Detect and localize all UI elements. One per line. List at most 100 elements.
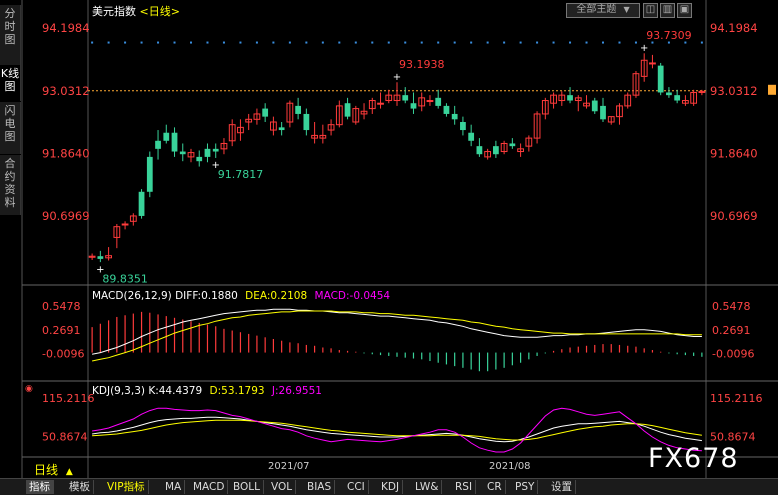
candle-body-10 (171, 132, 178, 152)
candle-body-51 (509, 143, 516, 147)
signal-dot-26 (305, 41, 308, 44)
bottom-tab-1[interactable]: 模板 (66, 480, 94, 494)
candle-body-13 (196, 156, 203, 162)
candle-body-26 (303, 113, 310, 131)
candle-body-47 (476, 146, 483, 155)
collapse-icon[interactable]: ◉ (25, 384, 33, 394)
signal-dot-6 (140, 41, 143, 44)
candle-body-62 (600, 105, 606, 120)
candle-body-39 (410, 103, 417, 109)
current-price-marker (768, 84, 776, 95)
bottom-tab-9[interactable]: KDJ (378, 480, 404, 494)
signal-dot-58 (569, 41, 572, 44)
annotation-high-1: 93.1938 (399, 58, 445, 71)
signal-dot-74 (700, 41, 703, 44)
signal-dot-46 (470, 41, 473, 44)
candle-body-23 (278, 127, 285, 131)
macd-tick-right-2: -0.0096 (712, 347, 754, 360)
signal-dot-66 (634, 41, 637, 44)
macd-tick-left-2: -0.0096 (42, 347, 84, 360)
date-label-1: 2021/07 (268, 461, 310, 472)
candle-body-31 (344, 103, 351, 117)
macd-tick-left-1: 0.2691 (42, 324, 81, 337)
signal-dot-40 (420, 41, 423, 44)
annotation-cross-low-1: + (96, 264, 104, 275)
bottom-tab-11[interactable]: RSI (452, 480, 477, 494)
candle-body-41 (426, 100, 434, 103)
signal-dot-52 (519, 41, 522, 44)
candle-body-7 (146, 156, 153, 192)
candle-body-11 (179, 151, 186, 155)
signal-dot-50 (503, 41, 506, 44)
signal-dot-64 (618, 41, 621, 44)
triangle-up-icon: ▲ (65, 467, 73, 477)
bottom-tab-4[interactable]: MACD (190, 480, 229, 494)
kdj-header: KDJ(9,3,3) K:44.4379 D:53.1793 J:26.9551 (92, 385, 322, 397)
signal-dot-56 (552, 41, 555, 44)
price-tick-right-0: 94.1984 (710, 21, 758, 35)
chart-canvas[interactable]: 94.1984 94.1984 93.0312 93.0312 91.8640 91.86… (0, 0, 778, 494)
price-tick-left-0: 94.1984 (42, 21, 90, 35)
price-tick-right-1: 93.0312 (710, 84, 758, 98)
kdj-tick-left-0: 115.2116 (42, 392, 95, 405)
annotation-cross-high-1: + (393, 72, 401, 83)
signal-dot-4 (124, 41, 127, 44)
candle-body-45 (460, 122, 466, 131)
candle-body-69 (657, 65, 664, 93)
indicator-tab-bar: 指标 模板 VIP指标 MA MACD BOLL VOL BIAS CCI KDJ LW& RSI CR… (0, 478, 778, 495)
bottom-tab-8[interactable]: CCI (344, 480, 369, 494)
bottom-tab-3[interactable]: MA (162, 480, 186, 494)
bottom-tab-0[interactable]: 指标 (26, 480, 54, 494)
signal-dot-30 (338, 41, 341, 44)
candle-body-58 (567, 95, 573, 101)
annotation-low-2: 91.7817 (218, 168, 264, 181)
period-selector[interactable]: 日线 ▲ (34, 461, 73, 478)
price-tick-left-1: 93.0312 (42, 84, 90, 98)
signal-dot-22 (272, 41, 275, 44)
signal-dot-44 (453, 41, 456, 44)
candle-body-4 (121, 223, 129, 226)
macd-tick-right-1: 0.2691 (712, 324, 751, 337)
bottom-tab-14[interactable]: 设置 (548, 480, 576, 494)
signal-dot-12 (190, 41, 192, 44)
signal-dot-42 (437, 41, 440, 44)
signal-dot-16 (222, 41, 225, 44)
annotation-low-1: 89.8351 (102, 272, 148, 285)
bottom-tab-7[interactable]: BIAS (304, 480, 336, 494)
candle-body-71 (674, 95, 681, 101)
bottom-tab-12[interactable]: CR (484, 480, 506, 494)
signal-dot-38 (404, 41, 407, 44)
bottom-tab-13[interactable]: PSY (512, 480, 539, 494)
signal-dot-36 (387, 41, 390, 44)
kdj-label: KDJ(9,3,3) (92, 385, 145, 397)
signal-dot-2 (107, 41, 110, 44)
annotation-cross-low-2: + (212, 160, 220, 171)
bottom-tab-2[interactable]: VIP指标 (104, 480, 149, 494)
kdj-tick-left-1: 50.8674 (42, 430, 88, 443)
signal-dot-54 (536, 41, 539, 44)
candle-body-9 (163, 132, 170, 141)
candle-body-21 (262, 108, 269, 117)
candle-body-25 (295, 105, 302, 114)
macd-dea: DEA:0.2108 (245, 290, 308, 302)
kdj-j: J:26.9551 (271, 385, 322, 397)
price-tick-left-2: 91.8640 (42, 146, 90, 160)
signal-dot-60 (585, 41, 588, 44)
candle-body-44 (451, 113, 458, 120)
signal-dot-62 (602, 41, 604, 44)
signal-dot-0 (91, 41, 94, 44)
candle-body-38 (402, 95, 409, 101)
macd-diff-line (91, 308, 702, 355)
macd-tick-right-0: 0.5478 (712, 300, 751, 313)
bottom-tab-6[interactable]: VOL (268, 480, 297, 494)
candle-body-49 (492, 146, 499, 155)
price-tick-left-3: 90.6969 (42, 209, 90, 223)
candle-body-6 (138, 191, 145, 216)
macd-value: MACD:-0.0454 (314, 290, 391, 302)
signal-dot-48 (486, 41, 489, 44)
kdj-k-line (92, 416, 702, 443)
bottom-tab-5[interactable]: BOLL (230, 480, 264, 494)
macd-header: MACD(26,12,9) DIFF:0.1880 DEA:0.2108 MAC… (92, 290, 390, 302)
candle-body-15 (212, 148, 219, 152)
bottom-tab-10[interactable]: LW& (412, 480, 443, 494)
